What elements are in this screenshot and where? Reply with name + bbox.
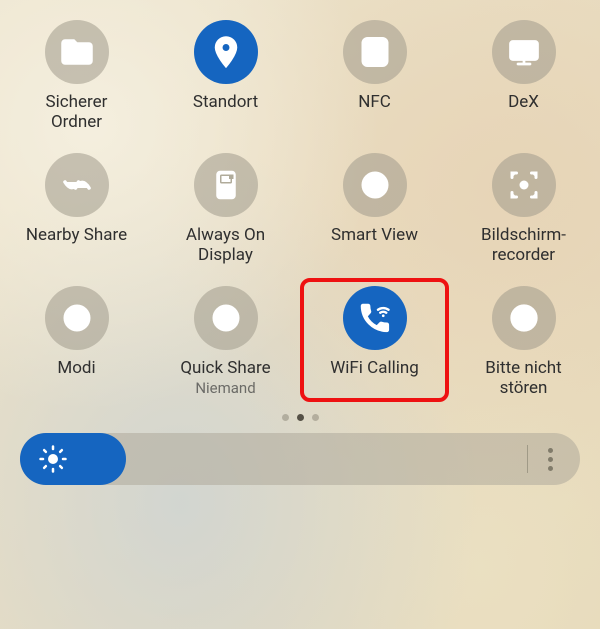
brightness-slider[interactable] — [20, 433, 580, 485]
qs-tile-secure-folder[interactable]: Sicherer Ordner — [4, 14, 149, 135]
slider-separator — [527, 445, 528, 473]
qs-tile-quick-share[interactable]: Quick ShareNiemand — [153, 280, 298, 401]
qs-tile-dex[interactable]: DeX DeX — [451, 14, 596, 135]
qs-tile-wifi-calling[interactable]: WiFi Calling — [302, 280, 447, 401]
page-indicator — [0, 414, 600, 421]
qs-tile-dnd[interactable]: Bitte nicht stören — [451, 280, 596, 401]
recorder-icon — [492, 153, 556, 217]
qs-tile-label: Smart View — [331, 225, 418, 245]
qs-tile-label: Bildschirm- recorder — [481, 225, 566, 266]
qs-tile-screen-recorder[interactable]: Bildschirm- recorder — [451, 147, 596, 268]
dex-icon: DeX — [492, 20, 556, 84]
dnd-icon — [492, 286, 556, 350]
brightness-icon — [38, 444, 68, 474]
qs-tile-label: Bitte nicht stören — [485, 358, 561, 399]
qs-tile-smart-view[interactable]: Smart View — [302, 147, 447, 268]
aod-icon — [194, 153, 258, 217]
qs-tile-label: WiFi Calling — [330, 358, 419, 378]
qs-tile-label: Modi — [57, 358, 95, 378]
quick-share-icon — [194, 286, 258, 350]
page-dot[interactable] — [312, 414, 319, 421]
smart-view-icon — [343, 153, 407, 217]
qs-tile-nearby-share[interactable]: Nearby Share — [4, 147, 149, 268]
brightness-more-button[interactable] — [530, 433, 570, 485]
folder-lock-icon — [45, 20, 109, 84]
qs-tile-sublabel: Niemand — [195, 379, 255, 397]
qs-tile-aod[interactable]: Always On Display — [153, 147, 298, 268]
page-dot[interactable] — [282, 414, 289, 421]
qs-tile-modes[interactable]: Modi — [4, 280, 149, 401]
qs-tile-label: Standort — [193, 92, 258, 112]
nearby-icon — [45, 153, 109, 217]
location-pin-icon — [194, 20, 258, 84]
qs-tile-label: Quick Share — [180, 358, 270, 378]
qs-tile-label: Nearby Share — [26, 225, 127, 245]
qs-tile-label: DeX — [508, 92, 539, 112]
wifi-call-icon — [343, 286, 407, 350]
qs-tile-label: Sicherer Ordner — [46, 92, 108, 133]
modes-icon — [45, 286, 109, 350]
qs-tile-label: NFC — [358, 92, 391, 112]
qs-tile-location[interactable]: Standort — [153, 14, 298, 135]
qs-tile-nfc[interactable]: NFC — [302, 14, 447, 135]
page-dot[interactable] — [297, 414, 304, 421]
nfc-icon — [343, 20, 407, 84]
qs-tile-label: Always On Display — [186, 225, 265, 266]
svg-text:DeX: DeX — [515, 46, 533, 56]
